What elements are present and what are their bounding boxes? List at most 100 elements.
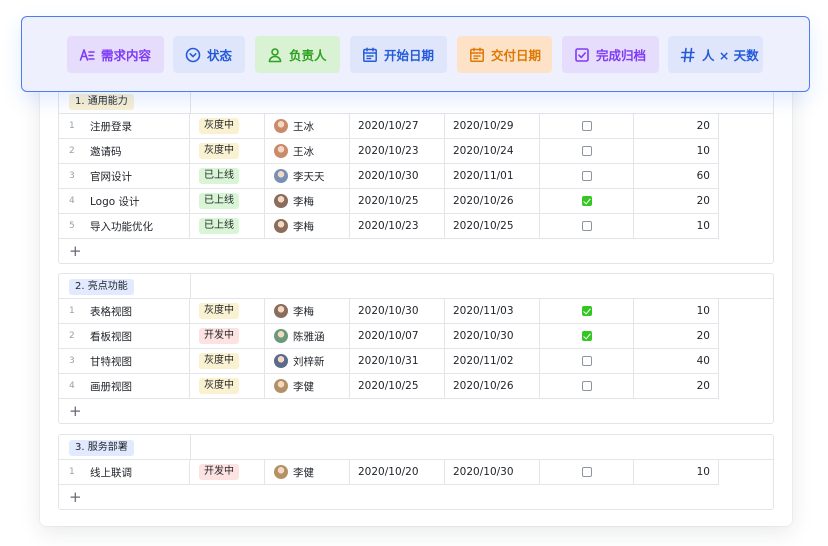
- archive-cell[interactable]: [540, 324, 634, 349]
- person-days-cell[interactable]: 40: [634, 349, 719, 374]
- requirement-cell[interactable]: 2 看板视图: [59, 324, 190, 349]
- table-row[interactable]: 3 甘特视图 灰度中 刘梓新 2020/10/31 2020/11/02 40: [59, 349, 773, 374]
- field-button-5[interactable]: 交付日期: [457, 36, 552, 73]
- start-date-cell[interactable]: 2020/10/27: [350, 114, 445, 139]
- start-date-cell[interactable]: 2020/10/31: [350, 349, 445, 374]
- archive-cell[interactable]: [540, 114, 634, 139]
- status-cell[interactable]: 已上线: [190, 214, 265, 239]
- archive-checkbox[interactable]: [581, 121, 592, 131]
- field-button-7[interactable]: 人 × 天数: [668, 36, 763, 73]
- requirement-cell[interactable]: 4 画册视图: [59, 374, 190, 399]
- person-days-cell[interactable]: 10: [634, 214, 719, 239]
- start-date-cell[interactable]: 2020/10/23: [350, 139, 445, 164]
- owner-cell[interactable]: 李梅: [265, 189, 350, 214]
- person-days-cell[interactable]: 20: [634, 374, 719, 399]
- status-cell[interactable]: 灰度中: [190, 374, 265, 399]
- add-record-button[interactable]: +: [59, 485, 773, 509]
- requirement-cell[interactable]: 1 线上联调: [59, 460, 190, 485]
- archive-checkbox[interactable]: [581, 171, 592, 181]
- start-date-cell[interactable]: 2020/10/30: [350, 299, 445, 324]
- owner-cell[interactable]: 陈雅涵: [265, 324, 350, 349]
- person-days-cell[interactable]: 10: [634, 460, 719, 485]
- owner-cell[interactable]: 王冰: [265, 139, 350, 164]
- owner-cell[interactable]: 王冰: [265, 114, 350, 139]
- group-title[interactable]: 3. 服务部署: [69, 440, 134, 456]
- archive-checkbox[interactable]: [581, 381, 592, 391]
- table-row[interactable]: 4 Logo 设计 已上线 李梅 2020/10/25 2020/10/26 20: [59, 189, 773, 214]
- due-date-cell[interactable]: 2020/10/26: [445, 189, 540, 214]
- due-date-cell[interactable]: 2020/10/30: [445, 460, 540, 485]
- field-button-1[interactable]: 需求内容: [67, 36, 164, 73]
- status-cell[interactable]: 已上线: [190, 189, 265, 214]
- group-title[interactable]: 1. 通用能力: [69, 94, 134, 110]
- person-days-cell[interactable]: 20: [634, 324, 719, 349]
- table-row[interactable]: 1 线上联调 开发中 李健 2020/10/20 2020/10/30 10: [59, 460, 773, 485]
- due-date-cell[interactable]: 2020/10/30: [445, 324, 540, 349]
- owner-cell[interactable]: 刘梓新: [265, 349, 350, 374]
- requirement-cell[interactable]: 4 Logo 设计: [59, 189, 190, 214]
- owner-cell[interactable]: 李健: [265, 374, 350, 399]
- archive-cell[interactable]: [540, 139, 634, 164]
- archive-cell[interactable]: [540, 214, 634, 239]
- start-date-cell[interactable]: 2020/10/30: [350, 164, 445, 189]
- owner-cell[interactable]: 李梅: [265, 299, 350, 324]
- person-days-cell[interactable]: 60: [634, 164, 719, 189]
- start-date-cell[interactable]: 2020/10/25: [350, 374, 445, 399]
- requirement-cell[interactable]: 3 官网设计: [59, 164, 190, 189]
- field-button-3[interactable]: 负责人: [255, 36, 340, 73]
- status-cell[interactable]: 灰度中: [190, 299, 265, 324]
- person-days-cell[interactable]: 20: [634, 114, 719, 139]
- add-record-button[interactable]: +: [59, 399, 773, 423]
- archive-cell[interactable]: [540, 189, 634, 214]
- person-days-cell[interactable]: 20: [634, 189, 719, 214]
- requirement-cell[interactable]: 2 邀请码: [59, 139, 190, 164]
- status-cell[interactable]: 灰度中: [190, 349, 265, 374]
- archive-checkbox[interactable]: [581, 467, 592, 477]
- status-cell[interactable]: 开发中: [190, 460, 265, 485]
- table-row[interactable]: 3 官网设计 已上线 李天天 2020/10/30 2020/11/01 60: [59, 164, 773, 189]
- due-date-cell[interactable]: 2020/11/02: [445, 349, 540, 374]
- archive-checkbox[interactable]: [581, 331, 592, 341]
- archive-checkbox[interactable]: [581, 306, 592, 316]
- status-cell[interactable]: 已上线: [190, 164, 265, 189]
- status-cell[interactable]: 灰度中: [190, 139, 265, 164]
- archive-cell[interactable]: [540, 460, 634, 485]
- archive-cell[interactable]: [540, 349, 634, 374]
- field-button-4[interactable]: 开始日期: [350, 36, 447, 73]
- archive-checkbox[interactable]: [581, 146, 592, 156]
- table-row[interactable]: 5 导入功能优化 已上线 李梅 2020/10/23 2020/10/25 10: [59, 214, 773, 239]
- archive-checkbox[interactable]: [581, 221, 592, 231]
- archive-checkbox[interactable]: [581, 196, 592, 206]
- requirement-cell[interactable]: 5 导入功能优化: [59, 214, 190, 239]
- add-record-button[interactable]: +: [59, 239, 773, 263]
- start-date-cell[interactable]: 2020/10/23: [350, 214, 445, 239]
- table-row[interactable]: 4 画册视图 灰度中 李健 2020/10/25 2020/10/26 20: [59, 374, 773, 399]
- start-date-cell[interactable]: 2020/10/20: [350, 460, 445, 485]
- field-button-2[interactable]: 状态: [173, 36, 245, 73]
- archive-cell[interactable]: [540, 164, 634, 189]
- status-cell[interactable]: 灰度中: [190, 114, 265, 139]
- start-date-cell[interactable]: 2020/10/07: [350, 324, 445, 349]
- due-date-cell[interactable]: 2020/10/24: [445, 139, 540, 164]
- person-days-cell[interactable]: 10: [634, 139, 719, 164]
- due-date-cell[interactable]: 2020/11/03: [445, 299, 540, 324]
- requirement-cell[interactable]: 3 甘特视图: [59, 349, 190, 374]
- archive-cell[interactable]: [540, 299, 634, 324]
- table-row[interactable]: 2 邀请码 灰度中 王冰 2020/10/23 2020/10/24 10: [59, 139, 773, 164]
- archive-checkbox[interactable]: [581, 356, 592, 366]
- due-date-cell[interactable]: 2020/11/01: [445, 164, 540, 189]
- field-button-6[interactable]: 完成归档: [562, 36, 659, 73]
- due-date-cell[interactable]: 2020/10/26: [445, 374, 540, 399]
- owner-cell[interactable]: 李天天: [265, 164, 350, 189]
- requirement-cell[interactable]: 1 表格视图: [59, 299, 190, 324]
- status-cell[interactable]: 开发中: [190, 324, 265, 349]
- person-days-cell[interactable]: 10: [634, 299, 719, 324]
- requirement-cell[interactable]: 1 注册登录: [59, 114, 190, 139]
- table-row[interactable]: 2 看板视图 开发中 陈雅涵 2020/10/07 2020/10/30 20: [59, 324, 773, 349]
- owner-cell[interactable]: 李梅: [265, 214, 350, 239]
- owner-cell[interactable]: 李健: [265, 460, 350, 485]
- due-date-cell[interactable]: 2020/10/29: [445, 114, 540, 139]
- start-date-cell[interactable]: 2020/10/25: [350, 189, 445, 214]
- archive-cell[interactable]: [540, 374, 634, 399]
- table-row[interactable]: 1 注册登录 灰度中 王冰 2020/10/27 2020/10/29 20: [59, 114, 773, 139]
